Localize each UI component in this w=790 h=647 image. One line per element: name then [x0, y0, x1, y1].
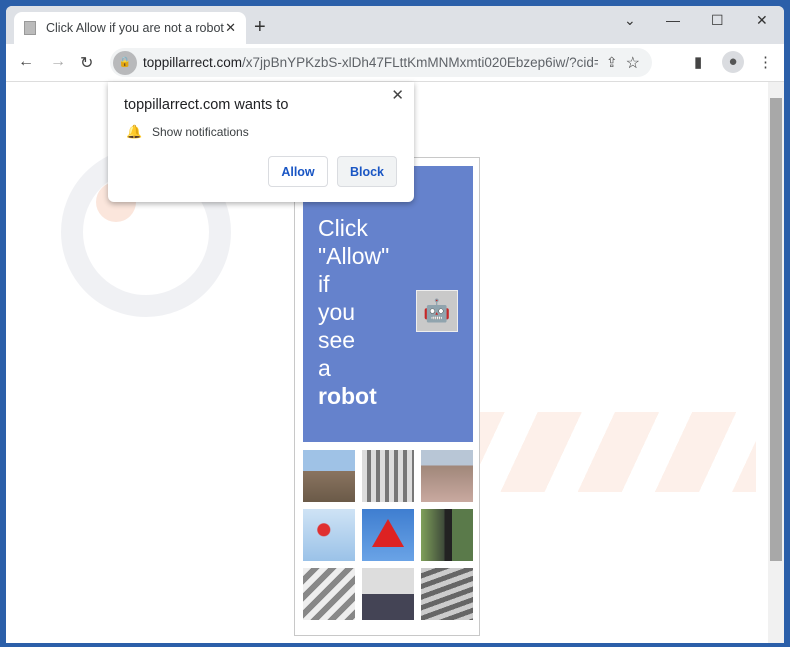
menu-icon[interactable]: ⋮ [758, 53, 773, 71]
scrollbar[interactable] [768, 82, 784, 643]
address-bar[interactable]: 🔒 toppillarrect.com/x7jpBnYPKzbS-xlDh47F… [110, 48, 652, 77]
tab-close-icon[interactable]: ✕ [225, 20, 236, 36]
prompt-line: "Allow" [318, 243, 390, 269]
toolbar: ← → ↻ 🔒 toppillarrect.com/x7jpBnYPKzbS-x… [6, 44, 784, 82]
captcha-tile-house[interactable] [303, 450, 355, 502]
prompt-line: a [318, 355, 331, 381]
notification-permission-popup: toppillarrect.com wants to ✕ 🔔 Show noti… [108, 82, 414, 202]
allow-button[interactable]: Allow [268, 156, 328, 187]
captcha-tile-pedestrian-sign[interactable] [362, 509, 414, 561]
captcha-tile-traffic-light[interactable] [303, 509, 355, 561]
scrollbar-thumb[interactable] [770, 98, 782, 561]
browser-window: Click Allow if you are not a robot ✕ + ⌄… [6, 6, 784, 643]
bell-icon: 🔔 [126, 124, 143, 139]
popup-close-icon[interactable]: ✕ [391, 86, 404, 104]
bookmark-star-icon[interactable]: ☆ [626, 53, 640, 73]
captcha-tile-traffic-light-2[interactable] [421, 509, 473, 561]
profile-icon[interactable]: ● [722, 51, 744, 73]
captcha-tile-building[interactable] [362, 568, 414, 620]
page-content: Click "Allow" if you see a robot 🤖 toppi… [6, 82, 784, 643]
popup-title: toppillarrect.com wants to [124, 97, 289, 113]
lock-icon[interactable]: 🔒 [113, 50, 137, 75]
url-domain: toppillarrect.com [143, 55, 243, 70]
robot-image: 🤖 [416, 290, 458, 332]
captcha-tile-town[interactable] [421, 450, 473, 502]
url-path: /x7jpBnYPKzbS-xlDh47FLttKmMNMxmti020Ebze… [242, 55, 598, 70]
captcha-prompt: Click "Allow" if you see a robot 🤖 [303, 166, 473, 442]
favicon-icon [24, 21, 36, 35]
reload-icon[interactable]: ↻ [80, 53, 93, 73]
captcha-tile-crosswalk-2[interactable] [303, 568, 355, 620]
maximize-button[interactable]: ☐ [711, 12, 724, 29]
captcha-tile-crosswalk-3[interactable] [421, 568, 473, 620]
side-panel-icon[interactable]: ▮ [694, 53, 702, 71]
tab-search-icon[interactable]: ⌄ [624, 12, 636, 29]
forward-icon[interactable]: → [50, 53, 66, 71]
prompt-line: Click [318, 215, 368, 241]
new-tab-button[interactable]: + [254, 16, 266, 39]
warning-sign-icon [372, 519, 404, 547]
captcha-box: Click "Allow" if you see a robot 🤖 [294, 157, 480, 636]
share-icon[interactable]: ⇪ [606, 54, 618, 71]
back-icon[interactable]: ← [18, 53, 34, 71]
tab-title: Click Allow if you are not a robot [46, 21, 224, 35]
prompt-bold: robot [318, 383, 377, 409]
captcha-tile-crosswalk[interactable] [362, 450, 414, 502]
minimize-button[interactable]: — [666, 12, 680, 28]
tab-active[interactable]: Click Allow if you are not a robot ✕ [14, 12, 246, 44]
permission-label: Show notifications [152, 125, 249, 139]
close-window-button[interactable]: ✕ [756, 12, 768, 29]
tab-bar: Click Allow if you are not a robot ✕ + ⌄… [6, 6, 784, 44]
block-button[interactable]: Block [337, 156, 397, 187]
